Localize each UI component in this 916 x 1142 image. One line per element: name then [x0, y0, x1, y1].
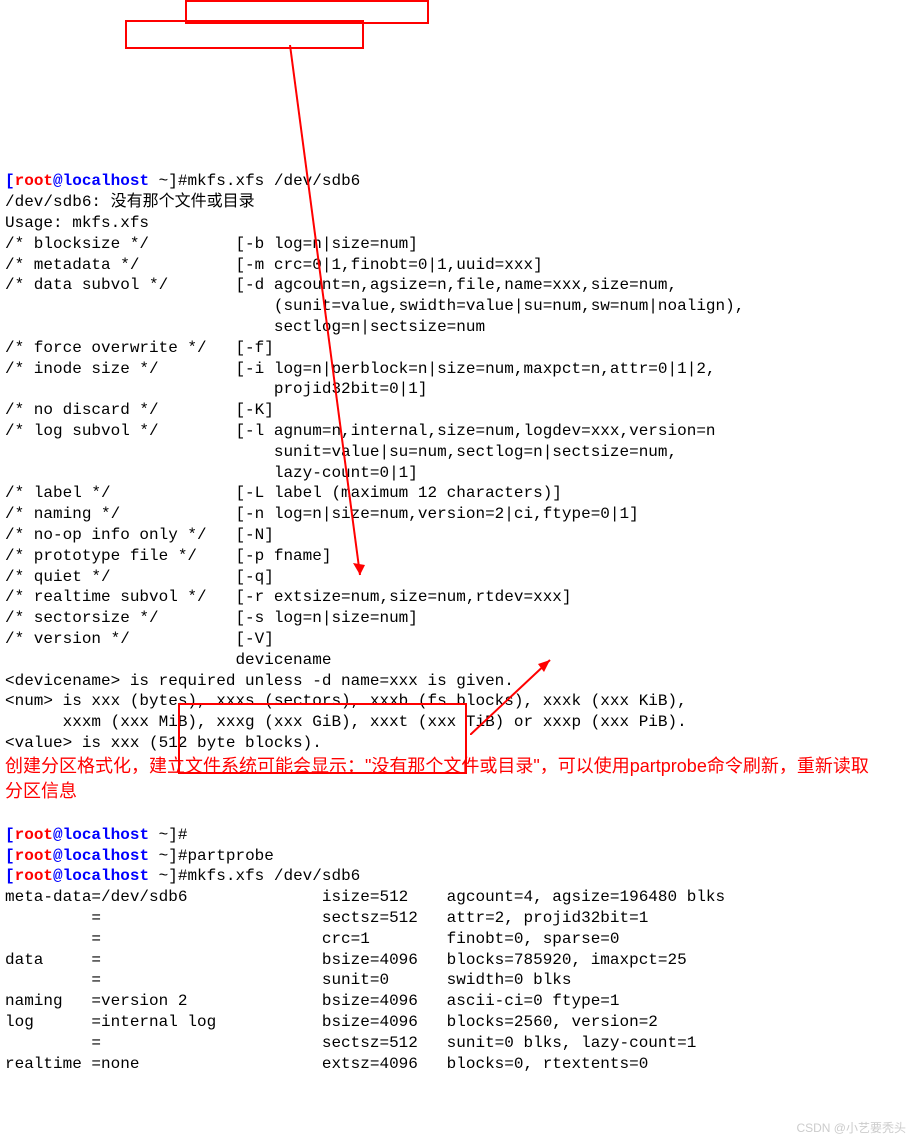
output-line: = crc=1 finobt=0, sparse=0	[5, 930, 620, 948]
output-line: meta-data=/dev/sdb6 isize=512 agcount=4,…	[5, 888, 725, 906]
command-text: mkfs.xfs /dev/sdb6	[187, 867, 360, 885]
error-output: /dev/sdb6: 没有那个文件或目录	[5, 193, 255, 211]
annotation-text: 创建分区格式化，建立文件系统可能会显示："没有那个文件或目录"，可以使用part…	[5, 754, 885, 804]
option-line: /* metadata */ [-m crc=0|1,finobt=0|1,uu…	[5, 256, 543, 274]
option-line: (sunit=value,swidth=value|su=num,sw=num|…	[5, 297, 744, 315]
option-line: /* force overwrite */ [-f]	[5, 339, 274, 357]
usage-line: Usage: mkfs.xfs	[5, 214, 149, 232]
note-line: <devicename> is required unless -d name=…	[5, 672, 514, 690]
terminal-line: [root@localhost ~]#mkfs.xfs /dev/sdb6	[5, 172, 360, 190]
option-line: /* prototype file */ [-p fname]	[5, 547, 331, 565]
command-text: mkfs.xfs /dev/sdb6	[187, 172, 360, 190]
option-line: sunit=value|su=num,sectlog=n|sectsize=nu…	[5, 443, 677, 461]
highlight-box-command	[185, 0, 429, 24]
output-line: naming =version 2 bsize=4096 ascii-ci=0 …	[5, 992, 620, 1010]
option-line: /* log subvol */ [-l agnum=n,internal,si…	[5, 422, 716, 440]
option-line: /* blocksize */ [-b log=n|size=num]	[5, 235, 418, 253]
terminal-line: [root@localhost ~]#mkfs.xfs /dev/sdb6	[5, 867, 360, 885]
terminal-line: [root@localhost ~]#	[5, 826, 187, 844]
option-line: /* quiet */ [-q]	[5, 568, 274, 586]
option-line: /* version */ [-V]	[5, 630, 274, 648]
option-line: sectlog=n|sectsize=num	[5, 318, 485, 336]
option-line: /* data subvol */ [-d agcount=n,agsize=n…	[5, 276, 677, 294]
option-line: /* no discard */ [-K]	[5, 401, 274, 419]
output-line: realtime =none extsz=4096 blocks=0, rtex…	[5, 1055, 648, 1073]
terminal-line: [root@localhost ~]#partprobe	[5, 847, 274, 865]
output-line: = sunit=0 swidth=0 blks	[5, 971, 572, 989]
option-line: /* naming */ [-n log=n|size=num,version=…	[5, 505, 639, 523]
note-line: <num> is xxx (bytes), xxxs (sectors), xx…	[5, 692, 687, 710]
option-line: lazy-count=0|1]	[5, 464, 418, 482]
option-line: projid32bit=0|1]	[5, 380, 427, 398]
command-text: partprobe	[187, 847, 273, 865]
output-line: = sectsz=512 attr=2, projid32bit=1	[5, 909, 648, 927]
note-line: <value> is xxx (512 byte blocks).	[5, 734, 322, 752]
option-line: /* inode size */ [-i log=n|perblock=n|si…	[5, 360, 716, 378]
output-line: log =internal log bsize=4096 blocks=2560…	[5, 1013, 658, 1031]
watermark: CSDN @小艺要秃头	[796, 1121, 906, 1137]
option-line: /* realtime subvol */ [-r extsize=num,si…	[5, 588, 572, 606]
option-line: devicename	[5, 651, 331, 669]
highlight-box-error	[125, 20, 364, 49]
note-line: xxxm (xxx MiB), xxxg (xxx GiB), xxxt (xx…	[5, 713, 687, 731]
option-line: /* label */ [-L label (maximum 12 charac…	[5, 484, 562, 502]
output-line: = sectsz=512 sunit=0 blks, lazy-count=1	[5, 1034, 696, 1052]
option-line: /* no-op info only */ [-N]	[5, 526, 274, 544]
output-line: data = bsize=4096 blocks=785920, imaxpct…	[5, 951, 687, 969]
option-line: /* sectorsize */ [-s log=n|size=num]	[5, 609, 418, 627]
